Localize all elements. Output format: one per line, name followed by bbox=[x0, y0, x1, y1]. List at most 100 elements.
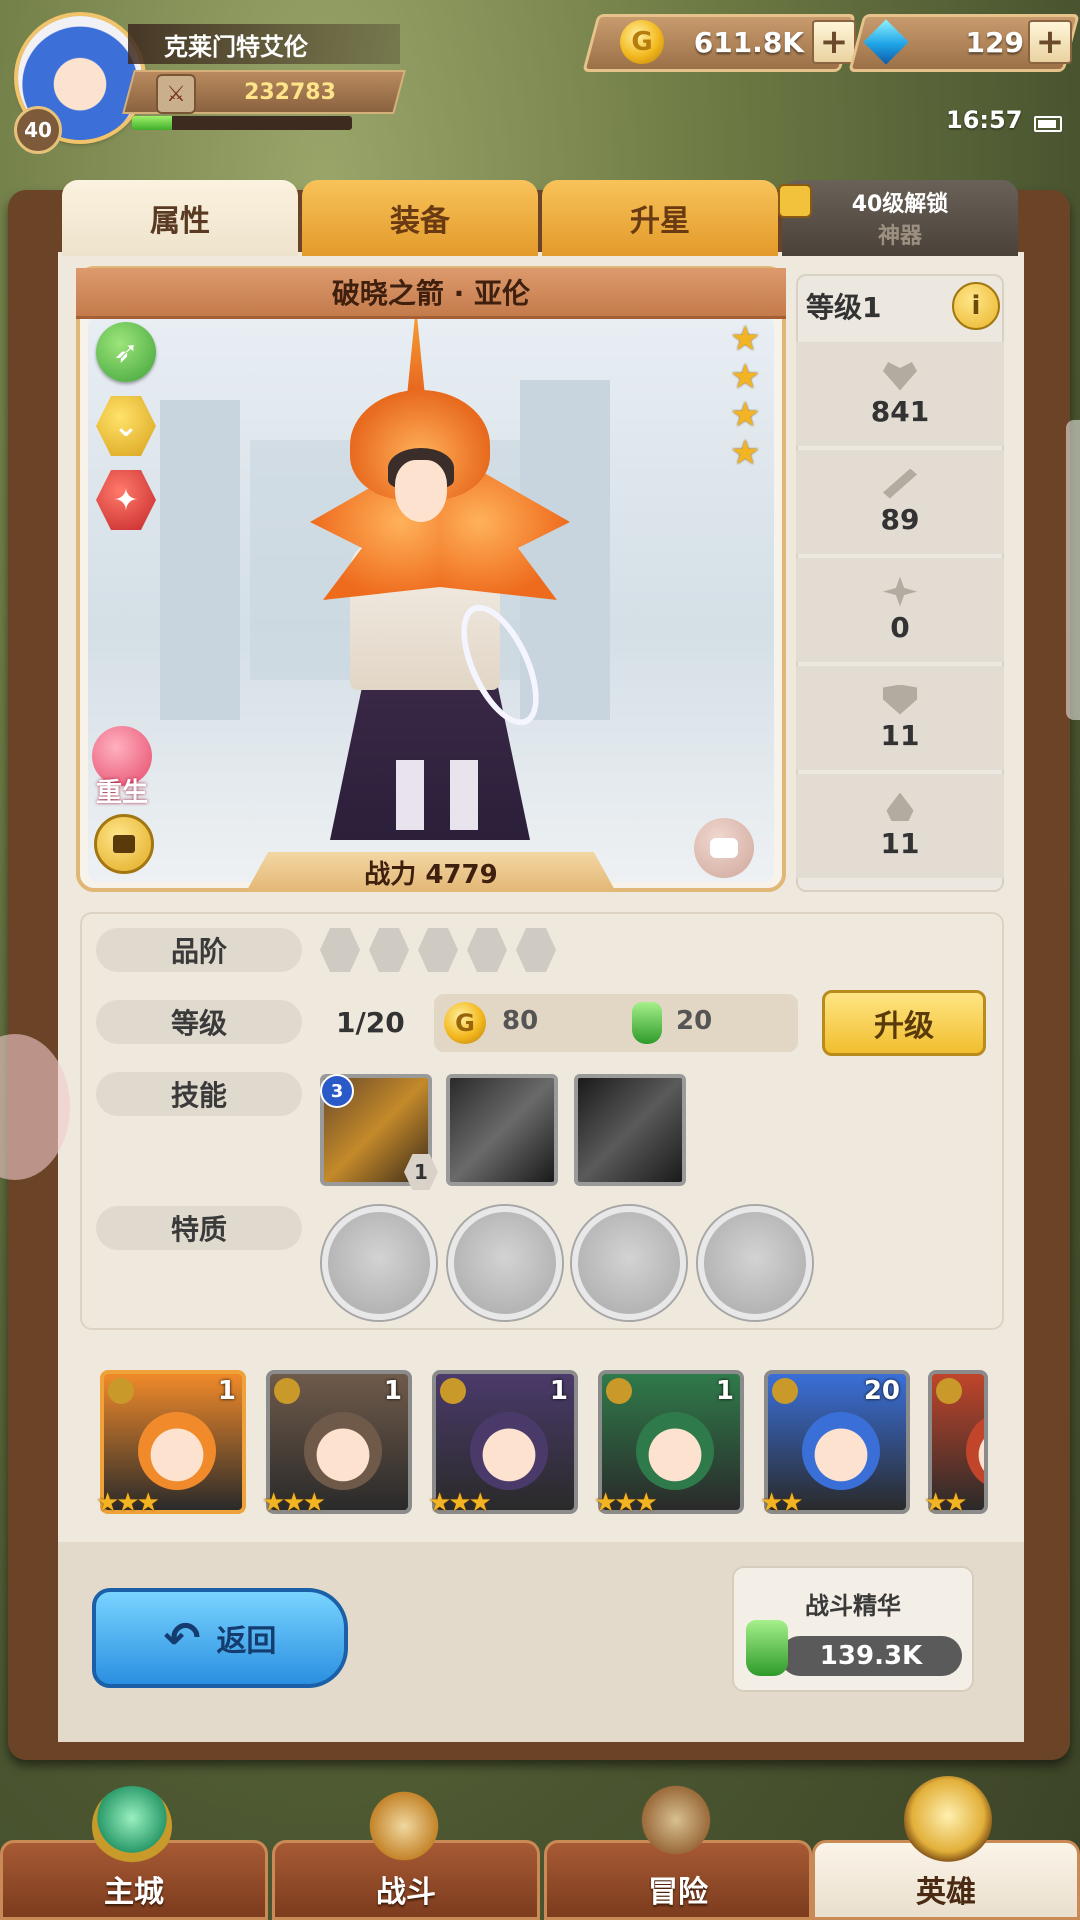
add-gold-button[interactable]: + bbox=[812, 20, 856, 64]
heart-icon bbox=[883, 362, 917, 391]
hero-level: 1 bbox=[217, 1376, 236, 1406]
hero-star-rating: ★★★ bbox=[428, 1488, 492, 1518]
bow-class-icon[interactable]: ➶ bbox=[96, 322, 156, 382]
status-time: 16:57 bbox=[946, 106, 1023, 134]
tab-attributes[interactable]: 属性 bbox=[62, 180, 298, 256]
trait-slot[interactable] bbox=[572, 1206, 686, 1320]
hero-star-rating: ★★ bbox=[760, 1488, 804, 1518]
hero-star-icon: ★ bbox=[730, 395, 761, 435]
upgrade-button[interactable]: 升级 bbox=[822, 990, 986, 1056]
gem-amount: 129 bbox=[965, 25, 1024, 59]
hero-class-icon bbox=[108, 1378, 134, 1404]
potion-icon bbox=[632, 1002, 662, 1044]
hero-figure-leg bbox=[396, 760, 424, 830]
trait-slot[interactable] bbox=[448, 1206, 562, 1320]
tab-artifact[interactable]: 40级解锁 神器 bbox=[782, 180, 1018, 256]
rank-hex bbox=[320, 928, 360, 972]
hero-portrait bbox=[304, 1412, 382, 1490]
hero-level: 20 bbox=[863, 1376, 900, 1406]
hero-star-icon: ★ bbox=[730, 319, 761, 359]
hero-level: 1 bbox=[715, 1376, 734, 1406]
rank-hex bbox=[369, 928, 409, 972]
hero-star-rating: ★★ bbox=[924, 1488, 968, 1518]
hero-star-icon: ★ bbox=[730, 433, 761, 473]
nav-heroes-label: 英雄 bbox=[916, 1875, 976, 1910]
castle-icon bbox=[92, 1786, 172, 1866]
trait-slot[interactable] bbox=[698, 1206, 812, 1320]
hero-class-icon bbox=[772, 1378, 798, 1404]
sword-icon bbox=[883, 468, 917, 499]
add-gems-button[interactable]: + bbox=[1028, 20, 1072, 64]
battle-essence-value: 139.3K bbox=[780, 1636, 962, 1676]
chat-bubble-icon[interactable] bbox=[694, 818, 754, 878]
tab-star-up[interactable]: 升星 bbox=[542, 180, 778, 256]
stat-value: 89 bbox=[880, 502, 920, 536]
shield-icon bbox=[883, 684, 917, 715]
stat-row: 11 bbox=[796, 666, 1004, 770]
gold-coin-icon: G bbox=[620, 20, 664, 64]
hero-portrait bbox=[636, 1412, 714, 1490]
gold-coin-icon: G bbox=[444, 1002, 486, 1044]
hero-star-rating: ★★★ bbox=[594, 1488, 658, 1518]
hero-class-icon bbox=[274, 1378, 300, 1404]
stat-value: 11 bbox=[880, 718, 920, 752]
hero-portrait bbox=[470, 1412, 548, 1490]
level-progress: 1/20 bbox=[336, 1006, 405, 1039]
lock-icon bbox=[778, 184, 812, 218]
skill-slot-wind-arrow[interactable] bbox=[574, 1074, 686, 1186]
stat-row: 11 bbox=[796, 774, 1004, 878]
hero-star-rating: ★★★ bbox=[96, 1488, 160, 1518]
hero-portrait bbox=[802, 1412, 880, 1490]
hero-star-rating: ★ ★ ★ ★ bbox=[730, 322, 760, 470]
hero-star-rating: ★★★ bbox=[262, 1488, 326, 1518]
rank-label: 品阶 bbox=[96, 928, 302, 972]
castle-tower bbox=[160, 400, 240, 720]
player-exp-fill bbox=[132, 116, 172, 130]
hero-figure-leg bbox=[450, 760, 478, 830]
crit-icon bbox=[883, 576, 917, 607]
rebirth-label[interactable]: 重生 bbox=[86, 772, 158, 809]
nav-adventure-label: 冒险 bbox=[648, 1875, 708, 1910]
trait-slot[interactable] bbox=[322, 1206, 436, 1320]
battle-essence-title: 战斗精华 bbox=[805, 1592, 901, 1620]
map-scroll-icon bbox=[636, 1780, 716, 1860]
hero-portrait bbox=[138, 1412, 216, 1490]
side-handle[interactable] bbox=[1066, 420, 1080, 720]
gold-amount: 611.8K bbox=[693, 25, 804, 59]
hero-portrait bbox=[966, 1412, 984, 1490]
player-power-value: 232783 bbox=[244, 79, 336, 105]
drop-icon bbox=[886, 792, 914, 821]
skill-rank-badge: 3 bbox=[320, 1074, 354, 1108]
hero-class-icon bbox=[440, 1378, 466, 1404]
hero-level: 1 bbox=[549, 1376, 568, 1406]
crossed-swords-icon: ⚔ bbox=[156, 74, 196, 114]
crossed-swords-icon bbox=[364, 1786, 444, 1866]
stat-row: 841 bbox=[796, 342, 1004, 446]
traits-label: 特质 bbox=[96, 1206, 302, 1250]
back-arrow-icon: ↶ bbox=[163, 1612, 201, 1664]
rank-hex bbox=[418, 928, 458, 972]
hero-class-icon bbox=[606, 1378, 632, 1404]
lock-toggle-icon[interactable] bbox=[94, 814, 154, 874]
stat-value: 11 bbox=[880, 826, 920, 860]
skills-label: 技能 bbox=[96, 1072, 302, 1116]
potion-cost: 20 bbox=[676, 1006, 713, 1036]
hero-star-icon: ★ bbox=[730, 357, 761, 397]
info-button[interactable]: i bbox=[952, 282, 1000, 330]
battery-icon bbox=[1034, 116, 1062, 132]
hero-battle-power: 战力 4779 bbox=[246, 852, 616, 892]
rank-hex bbox=[467, 928, 507, 972]
back-button[interactable]: ↶ 返回 bbox=[92, 1588, 348, 1688]
tab-equipment[interactable]: 装备 bbox=[302, 180, 538, 256]
hero-level: 1 bbox=[383, 1376, 402, 1406]
stat-value: 841 bbox=[870, 394, 930, 428]
artifact-tab-label: 神器 bbox=[877, 224, 922, 249]
essence-potion-icon bbox=[746, 1620, 788, 1676]
nav-main-city-label: 主城 bbox=[104, 1875, 164, 1910]
rank-hexes bbox=[320, 928, 556, 972]
skill-slot-piercing-arrow[interactable] bbox=[446, 1074, 558, 1186]
nav-battle-label: 战斗 bbox=[376, 1875, 436, 1910]
player-exp-bar bbox=[132, 116, 352, 130]
level-label: 等级 bbox=[96, 1000, 302, 1044]
stat-row: 0 bbox=[796, 558, 1004, 662]
